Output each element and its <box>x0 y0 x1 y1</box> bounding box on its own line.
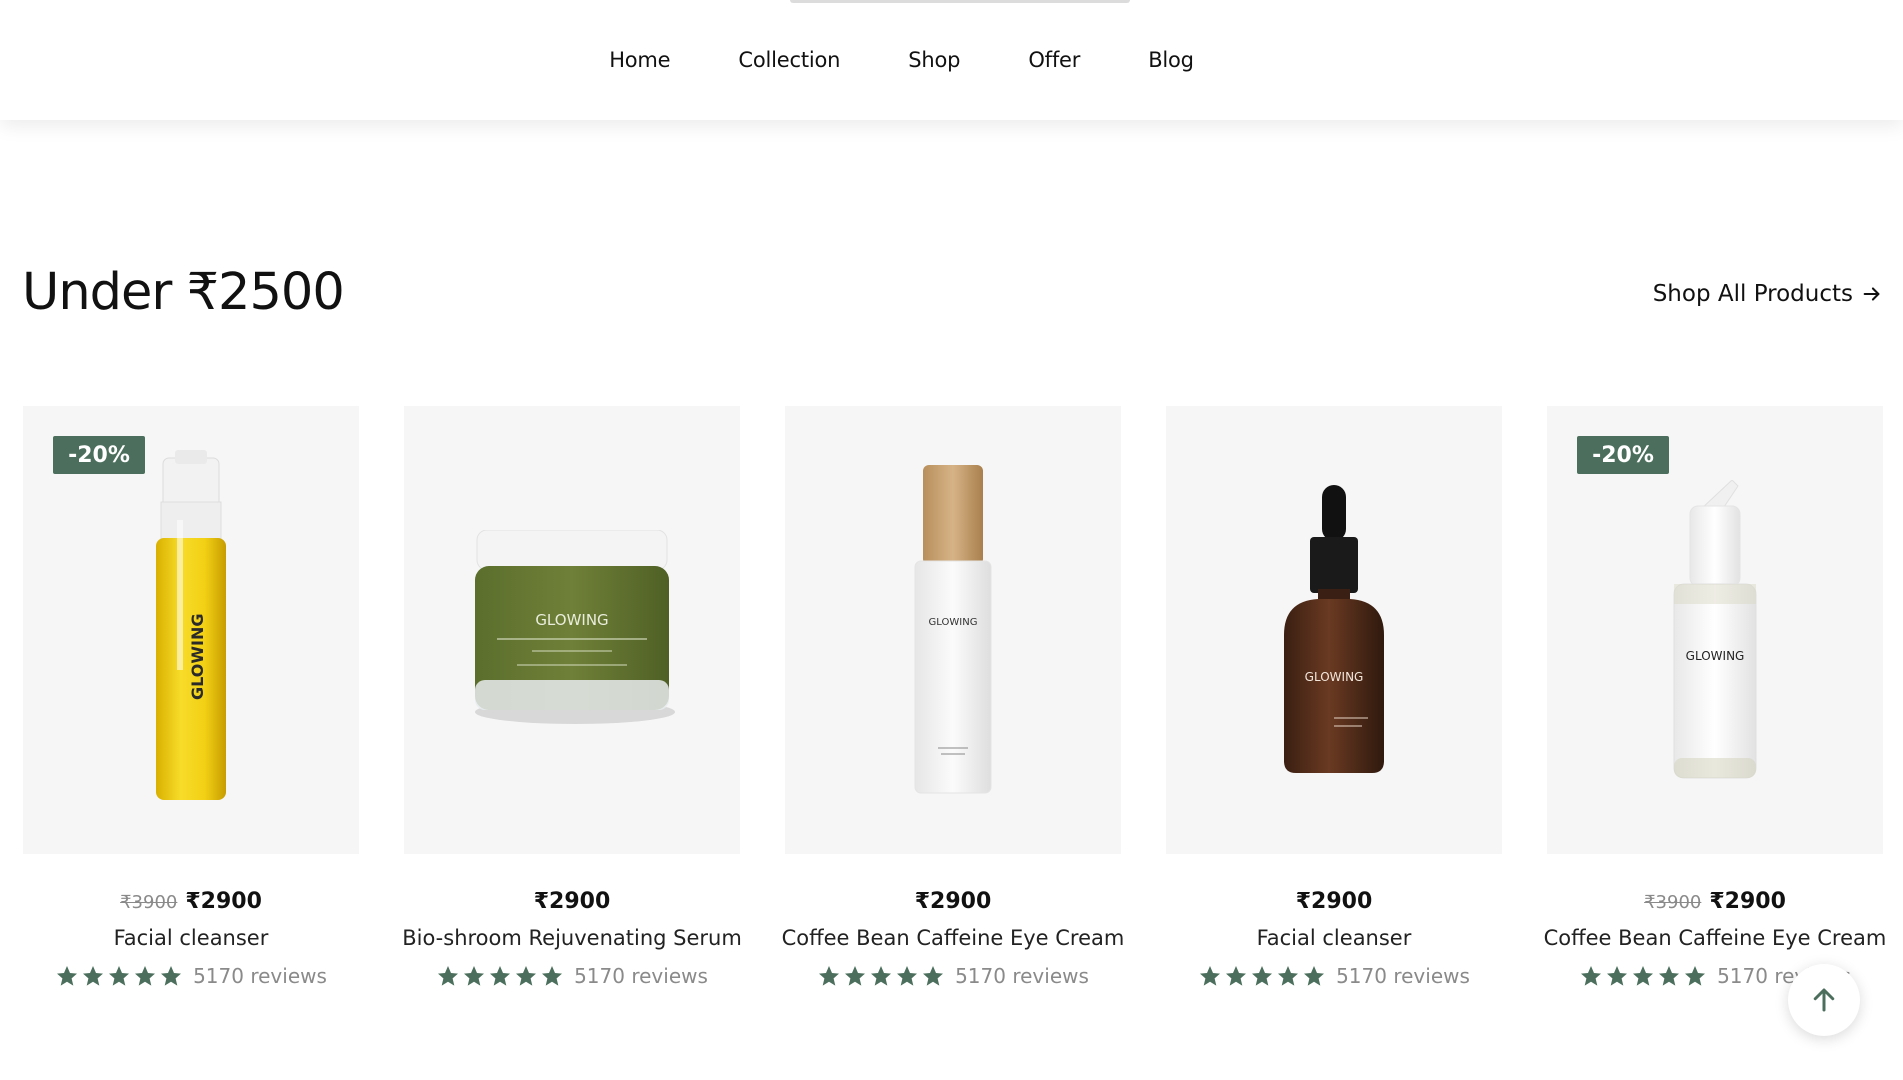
amber-dropper-bottle-image: GLOWING <box>1284 485 1384 773</box>
site-header: Home Collection Shop Offer Blog <box>0 0 1903 120</box>
section-title: Under ₹2500 <box>22 263 345 322</box>
product-image[interactable]: GLOWING <box>404 406 740 854</box>
product-card[interactable]: GLOWING ₹2900 Coffee Bean Caffeine Eye C… <box>782 406 1124 988</box>
green-mask-jar-image: GLOWING <box>475 530 675 724</box>
nav-item-collection[interactable]: Collection <box>738 48 840 72</box>
nav-item-offer[interactable]: Offer <box>1028 48 1080 72</box>
product-name[interactable]: Facial cleanser <box>114 926 269 950</box>
rating-stars <box>1579 964 1707 988</box>
star-icon <box>923 966 944 986</box>
star-icon <box>897 966 918 986</box>
product-name[interactable]: Facial cleanser <box>1257 926 1412 950</box>
discount-badge: -20% <box>1577 436 1669 474</box>
star-icon <box>845 966 866 986</box>
rating-stars <box>1198 964 1326 988</box>
star-icon <box>871 966 892 986</box>
shop-all-products-link[interactable]: Shop All Products <box>1653 281 1883 307</box>
price: ₹2900 <box>1295 889 1373 914</box>
star-icon <box>464 966 485 986</box>
star-icon <box>1200 966 1221 986</box>
product-image[interactable]: GLOWING <box>785 406 1121 854</box>
product-card[interactable]: GLOWING ₹2900 Bio-shroom Rejuvenating Se… <box>402 406 742 988</box>
star-icon <box>1278 966 1299 986</box>
star-icon <box>516 966 537 986</box>
svg-text:GLOWING: GLOWING <box>1305 670 1364 684</box>
rating-stars <box>436 964 564 988</box>
svg-text:GLOWING: GLOWING <box>535 611 608 629</box>
white-pump-bottle-image: GLOWING <box>1673 480 1757 779</box>
nav-item-blog[interactable]: Blog <box>1148 48 1194 72</box>
star-icon <box>819 966 840 986</box>
product-image[interactable]: GLOWING <box>1166 406 1502 854</box>
product-name[interactable]: Bio-shroom Rejuvenating Serum <box>402 926 742 950</box>
shop-all-label: Shop All Products <box>1652 281 1853 307</box>
star-icon <box>83 966 104 986</box>
rating-stars <box>817 964 945 988</box>
rating: 5170 reviews <box>1198 964 1470 988</box>
star-icon <box>490 966 511 986</box>
star-icon <box>542 966 563 986</box>
arrow-right-icon <box>1863 287 1880 301</box>
star-icon <box>57 966 78 986</box>
price: ₹2900 <box>185 889 262 914</box>
star-icon <box>161 966 182 986</box>
price-row: ₹3900 ₹2900 <box>1644 889 1786 914</box>
star-icon <box>1633 966 1654 986</box>
review-count: 5170 reviews <box>193 964 327 988</box>
star-icon <box>1581 966 1602 986</box>
scroll-to-top-button[interactable] <box>1788 964 1860 1036</box>
nav-item-shop[interactable]: Shop <box>908 48 960 72</box>
star-icon <box>135 966 156 986</box>
rating: 5170 reviews <box>55 964 327 988</box>
discount-badge: -20% <box>53 436 145 474</box>
old-price: ₹3900 <box>120 892 178 913</box>
price-row: ₹2900 <box>1296 889 1373 914</box>
product-image[interactable]: -20% GLOWING <box>23 406 359 854</box>
product-card[interactable]: -20% GLOWING ₹3900 ₹2900 Coffee Bean Caf… <box>1544 406 1886 988</box>
svg-text:GLOWING: GLOWING <box>1686 649 1745 663</box>
price-row: ₹2900 <box>915 889 992 914</box>
review-count: 5170 reviews <box>574 964 708 988</box>
product-name[interactable]: Coffee Bean Caffeine Eye Cream <box>782 926 1125 950</box>
yellow-cleanser-bottle-image: GLOWING <box>156 450 226 800</box>
product-grid: -20% GLOWING ₹3900 ₹2900 Facial cleanser <box>23 406 1886 988</box>
svg-text:GLOWING: GLOWING <box>929 617 978 628</box>
price: ₹2900 <box>533 889 611 914</box>
rating: 5170 reviews <box>817 964 1089 988</box>
rating-stars <box>55 964 183 988</box>
frosted-mousse-bottle-image: GLOWING <box>914 465 992 794</box>
star-icon <box>438 966 459 986</box>
review-count: 5170 reviews <box>1336 964 1470 988</box>
review-count: 5170 reviews <box>955 964 1089 988</box>
product-card[interactable]: -20% GLOWING ₹3900 ₹2900 Facial cleanser <box>23 406 359 988</box>
star-icon <box>109 966 130 986</box>
nav-item-home[interactable]: Home <box>609 48 670 72</box>
main-nav: Home Collection Shop Offer Blog <box>0 0 1903 120</box>
price-row: ₹2900 <box>534 889 611 914</box>
star-icon <box>1304 966 1325 986</box>
star-icon <box>1252 966 1273 986</box>
product-image[interactable]: -20% GLOWING <box>1547 406 1883 854</box>
price: ₹2900 <box>914 889 992 914</box>
old-price: ₹3900 <box>1644 892 1702 913</box>
star-icon <box>1659 966 1680 986</box>
svg-text:GLOWING: GLOWING <box>188 614 207 700</box>
star-icon <box>1226 966 1247 986</box>
product-card[interactable]: GLOWING ₹2900 Facial cleanser 5170 revie… <box>1166 406 1502 988</box>
star-icon <box>1607 966 1628 986</box>
star-icon <box>1685 966 1706 986</box>
price: ₹2900 <box>1709 889 1786 914</box>
arrow-up-icon <box>1813 988 1835 1012</box>
rating: 5170 reviews <box>436 964 708 988</box>
price-row: ₹3900 ₹2900 <box>120 889 262 914</box>
product-name[interactable]: Coffee Bean Caffeine Eye Cream <box>1544 926 1887 950</box>
